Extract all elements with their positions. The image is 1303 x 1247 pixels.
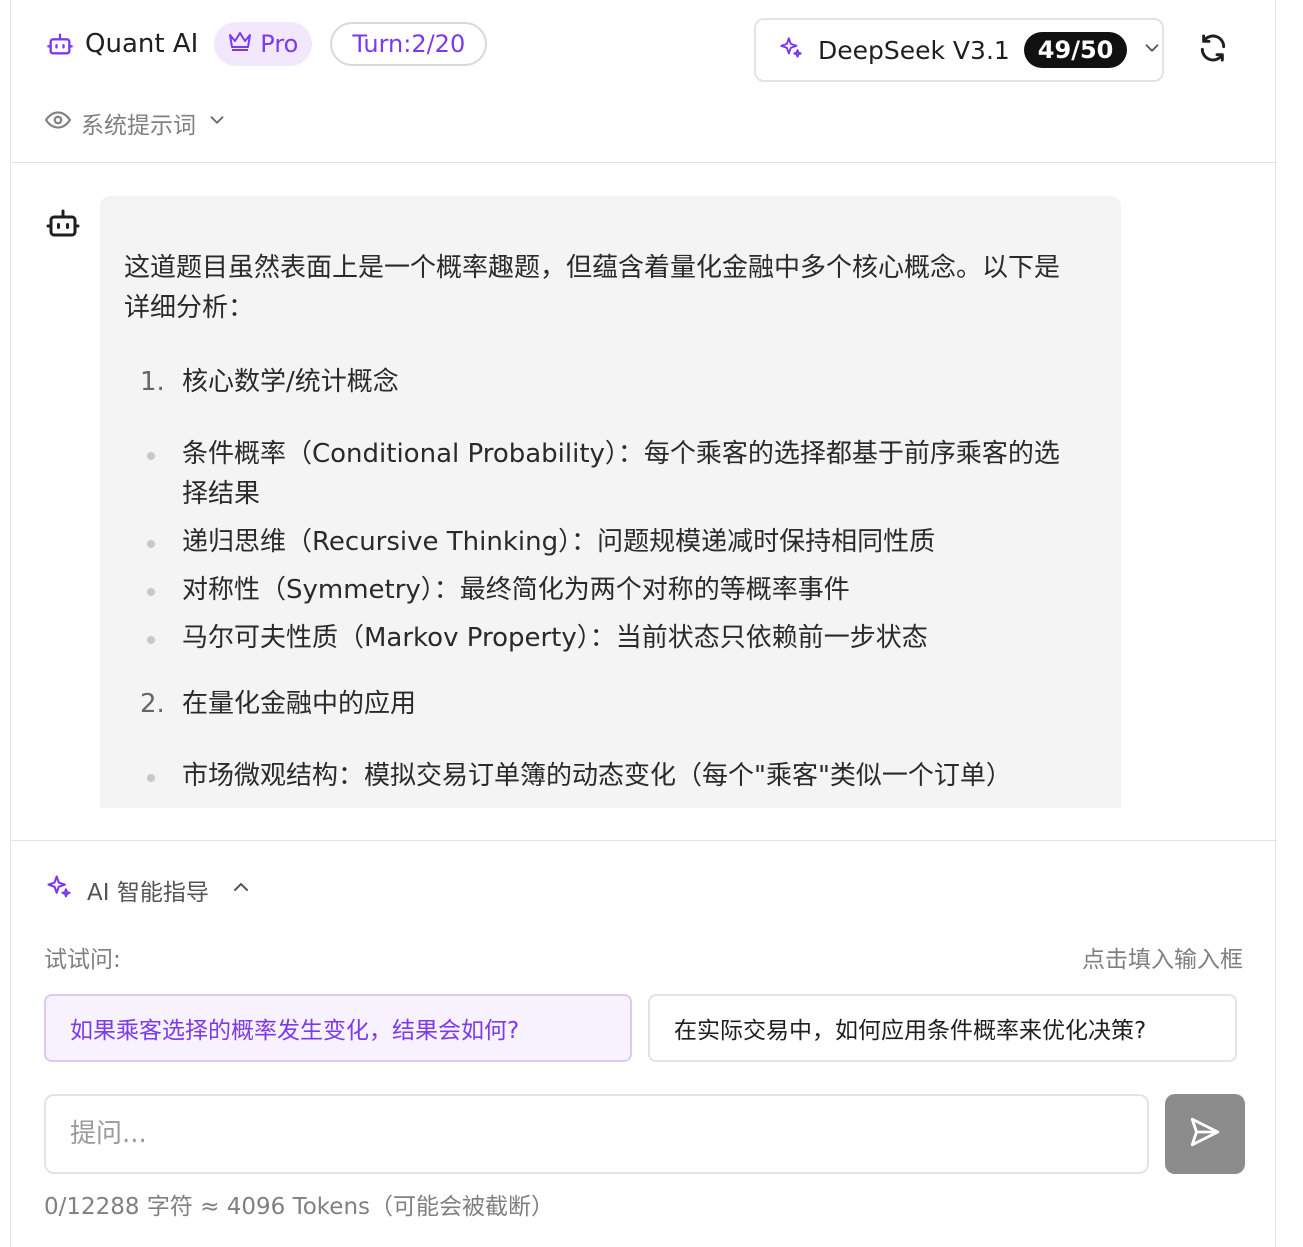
sparkles-icon <box>778 35 804 65</box>
section-heading: 1. 核心数学/统计概念 <box>124 364 1081 400</box>
app-name: Quant AI <box>85 29 199 59</box>
brand: Quant AI Pro Turn:2/20 <box>45 22 488 66</box>
system-prompt-label: 系统提示词 <box>81 113 196 139</box>
divider <box>11 840 1277 841</box>
plan-badge: Pro <box>214 22 313 66</box>
character-counter: 0/12288 字符 ≈ 4096 Tokens（可能会被截断） <box>44 1194 555 1220</box>
send-button[interactable] <box>1165 1094 1245 1174</box>
eye-icon <box>44 107 72 139</box>
section-title: 在量化金融中的应用 <box>182 689 417 719</box>
chevron-down-icon <box>206 109 228 137</box>
section-heading: 2. 在量化金融中的应用 <box>124 686 1081 722</box>
list-item: 对称性（Symmetry）：最终简化为两个对称的等概率事件 <box>124 570 1081 610</box>
list-item: 马尔可夫性质（Markov Property）：当前状态只依赖前一步状态 <box>124 618 1081 658</box>
turn-counter: Turn:2/20 <box>330 22 488 66</box>
section-number: 2. <box>140 689 165 719</box>
send-icon <box>1188 1115 1222 1153</box>
model-quota-badge: 49/50 <box>1023 32 1128 68</box>
list-item: 递归思维（Recursive Thinking）：问题规模递减时保持相同性质 <box>124 522 1081 562</box>
assistant-message: 这道题目虽然表面上是一个概率趣题，但蕴含着量化金融中多个核心概念。以下是详细分析… <box>100 196 1121 808</box>
bullet-list: 市场微观结构：模拟交易订单簿的动态变化（每个"乘客"类似一个订单） <box>124 756 1081 796</box>
try-asking-label: 试试问: <box>44 947 121 973</box>
app-frame: Quant AI Pro Turn:2/20 DeepSeek V3.1 49/… <box>10 0 1277 1247</box>
chevron-up-icon <box>229 875 253 905</box>
ai-guide-toggle[interactable]: AI 智能指导 <box>45 873 253 907</box>
fill-hint: 点击填入输入框 <box>1082 947 1243 973</box>
robot-icon <box>45 205 81 241</box>
header: Quant AI Pro Turn:2/20 DeepSeek V3.1 49/… <box>11 0 1277 163</box>
model-selector[interactable]: DeepSeek V3.1 49/50 <box>754 18 1164 82</box>
question-input-wrapper <box>44 1094 1149 1174</box>
system-prompt-toggle[interactable]: 系统提示词 <box>44 106 228 140</box>
section-number: 1. <box>140 367 165 397</box>
question-input[interactable] <box>70 1119 1123 1149</box>
crown-icon <box>228 30 252 58</box>
sparkles-icon <box>45 873 73 907</box>
suggestion-chip[interactable]: 如果乘客选择的概率发生变化，结果会如何? <box>44 994 632 1062</box>
robot-icon <box>45 29 75 59</box>
plan-label: Pro <box>260 30 299 58</box>
bullet-list: 条件概率（Conditional Probability）：每个乘客的选择都基于… <box>124 434 1081 658</box>
list-item: 条件概率（Conditional Probability）：每个乘客的选择都基于… <box>124 434 1081 514</box>
list-item: 市场微观结构：模拟交易订单簿的动态变化（每个"乘客"类似一个订单） <box>124 756 1081 796</box>
message-intro: 这道题目虽然表面上是一个概率趣题，但蕴含着量化金融中多个核心概念。以下是详细分析… <box>124 253 1061 323</box>
section-title: 核心数学/统计概念 <box>182 367 399 397</box>
model-name: DeepSeek V3.1 <box>818 35 1010 65</box>
ai-guide-title: AI 智能指导 <box>87 880 209 906</box>
chevron-down-icon <box>1141 37 1163 63</box>
refresh-icon <box>1197 32 1229 68</box>
refresh-button[interactable] <box>1195 32 1231 68</box>
suggestion-chip[interactable]: 在实际交易中，如何应用条件概率来优化决策? <box>648 994 1237 1062</box>
